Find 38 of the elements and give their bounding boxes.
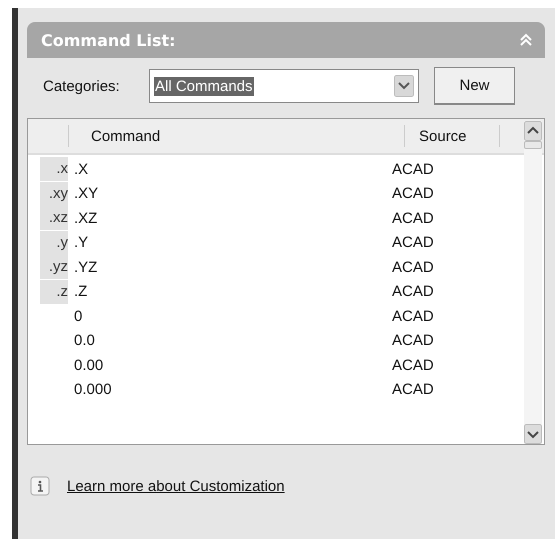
categories-dropdown[interactable]: All Commands bbox=[149, 69, 419, 103]
table-cell-text: ACAD bbox=[392, 160, 435, 178]
table-cell-text: .YZ bbox=[73, 258, 98, 276]
table-cell-text: ACAD bbox=[392, 308, 435, 325]
table-cell-text: ACAD bbox=[392, 234, 435, 252]
command-icon: .yz bbox=[40, 255, 68, 280]
table-cell-text: .Y bbox=[73, 234, 90, 252]
table-cell-text: .Z bbox=[73, 283, 88, 300]
table-cell-text: ACAD bbox=[392, 381, 435, 398]
table-cell-text: 0.00 bbox=[73, 356, 104, 374]
panel-title: Command List: bbox=[41, 30, 176, 50]
categories-label: Categories: bbox=[43, 78, 121, 94]
command-icon: .xy bbox=[40, 182, 68, 206]
scrollbar[interactable] bbox=[524, 121, 542, 444]
scroll-up-icon[interactable] bbox=[524, 121, 542, 141]
table-cell-text: .X bbox=[73, 160, 90, 178]
table-cell-text: ACAD bbox=[392, 258, 435, 276]
column-header[interactable]: Source bbox=[405, 125, 500, 147]
table-cell-text: ACAD bbox=[392, 283, 435, 300]
command-icon: .xz bbox=[40, 206, 68, 230]
table-cell-text: .XZ bbox=[73, 210, 98, 227]
table-cell-text: ACAD bbox=[392, 185, 435, 202]
table-cell-text: ACAD bbox=[392, 210, 435, 227]
table-cell-text: ACAD bbox=[392, 356, 435, 374]
table-cell-text: ACAD bbox=[392, 332, 435, 350]
table-cell-text: 0 bbox=[73, 308, 84, 325]
scroll-thumb[interactable] bbox=[524, 141, 542, 149]
table-cell-text: 0.000 bbox=[73, 381, 113, 398]
command-icon: .y bbox=[40, 230, 68, 255]
scroll-down-icon[interactable] bbox=[524, 424, 542, 444]
new-button[interactable]: New bbox=[434, 67, 515, 105]
table-cell-text: .XY bbox=[73, 185, 100, 202]
command-icon: .x bbox=[40, 157, 68, 182]
column-header[interactable]: Command bbox=[69, 125, 405, 147]
customization-link[interactable]: Learn more about Customization bbox=[67, 478, 285, 494]
table-cell-text: 0.0 bbox=[73, 332, 96, 350]
command-icon: .z bbox=[40, 280, 68, 304]
info-icon bbox=[30, 476, 50, 496]
